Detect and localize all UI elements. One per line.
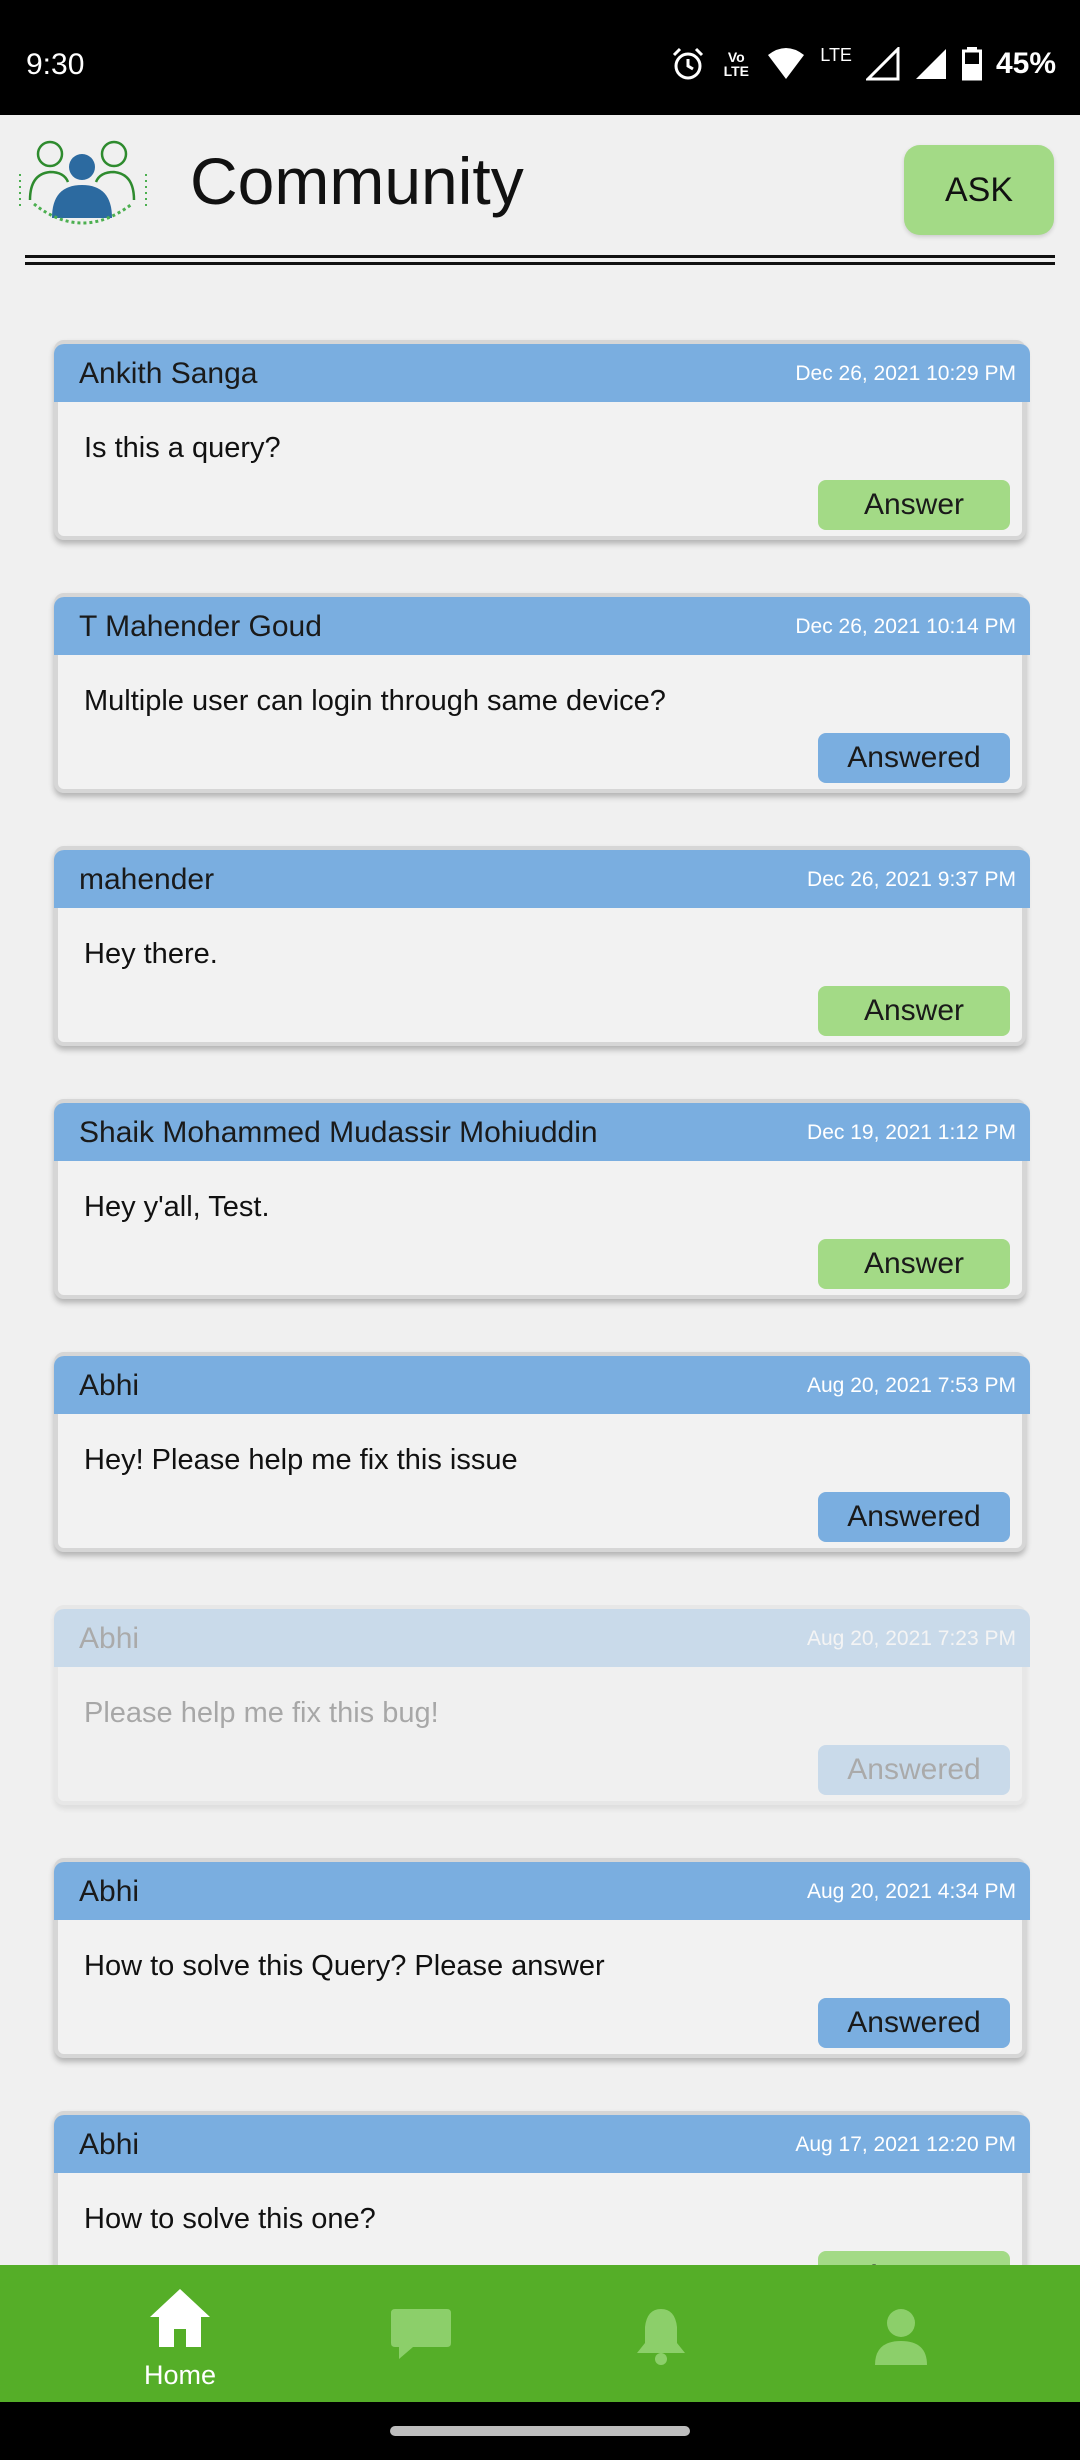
signal-icon bbox=[915, 49, 946, 79]
post-author: Abhi bbox=[79, 1622, 140, 1655]
signal-icon bbox=[865, 47, 900, 81]
post-author: T Mahender Goud bbox=[79, 610, 322, 643]
post-author: Shaik Mohammed Mudassir Mohiuddin bbox=[79, 1116, 598, 1149]
card-header: Abhi Aug 20, 2021 7:53 PM bbox=[54, 1356, 1030, 1414]
post-date: Dec 26, 2021 10:14 PM bbox=[795, 615, 1016, 638]
bottom-nav: Home bbox=[0, 2265, 1080, 2402]
question-card[interactable]: Abhi Aug 20, 2021 7:23 PM Please help me… bbox=[54, 1605, 1030, 1805]
bell-icon bbox=[637, 2309, 685, 2365]
question-card[interactable]: Abhi Aug 20, 2021 7:53 PM Hey! Please he… bbox=[54, 1352, 1030, 1552]
post-date: Dec 19, 2021 1:12 PM bbox=[807, 1121, 1016, 1144]
nav-home-label: Home bbox=[143, 2360, 217, 2390]
question-card[interactable]: Abhi Aug 17, 2021 12:20 PM How to solve … bbox=[54, 2111, 1030, 2265]
post-question: Hey! Please help me fix this issue bbox=[84, 1444, 518, 1476]
gesture-handle[interactable] bbox=[390, 2426, 690, 2436]
answered-button[interactable]: Answered bbox=[818, 1492, 1010, 1542]
answer-button[interactable]: Answer bbox=[818, 2251, 1010, 2265]
post-author: mahender bbox=[79, 863, 215, 896]
battery-percent: 45% bbox=[995, 47, 1056, 80]
card-header: Ankith Sanga Dec 26, 2021 10:29 PM bbox=[54, 344, 1030, 402]
lte-label: LTE bbox=[820, 44, 852, 65]
post-date: Aug 20, 2021 7:53 PM bbox=[807, 1374, 1016, 1397]
header: Community ASK bbox=[0, 115, 1080, 275]
community-logo-icon bbox=[19, 140, 147, 225]
home-icon bbox=[150, 2289, 210, 2347]
card-header: Abhi Aug 17, 2021 12:20 PM bbox=[54, 2115, 1030, 2173]
status-time: 9:30 bbox=[26, 48, 85, 81]
status-bar: 9:30 Vo LTE LTE 45% bbox=[0, 0, 1080, 115]
answer-button[interactable]: Answer bbox=[818, 1239, 1010, 1289]
answered-button[interactable]: Answered bbox=[818, 1745, 1010, 1795]
post-author: Abhi bbox=[79, 2128, 140, 2161]
post-question: How to solve this Query? Please answer bbox=[84, 1950, 605, 1982]
nav-profile[interactable] bbox=[801, 2265, 1001, 2402]
question-card[interactable]: mahender Dec 26, 2021 9:37 PM Hey there.… bbox=[54, 846, 1030, 1046]
question-card[interactable]: Ankith Sanga Dec 26, 2021 10:29 PM Is th… bbox=[54, 340, 1030, 540]
post-question: Hey y'all, Test. bbox=[84, 1191, 270, 1223]
status-icons: Vo LTE LTE 45% bbox=[670, 44, 1056, 84]
post-question: Is this a query? bbox=[84, 432, 281, 464]
post-question: How to solve this one? bbox=[84, 2203, 376, 2235]
header-divider bbox=[25, 255, 1055, 265]
card-header: mahender Dec 26, 2021 9:37 PM bbox=[54, 850, 1030, 908]
battery-icon bbox=[961, 47, 982, 81]
post-date: Aug 17, 2021 12:20 PM bbox=[795, 2133, 1016, 2156]
page-title: Community bbox=[190, 144, 524, 218]
card-header: Abhi Aug 20, 2021 4:34 PM bbox=[54, 1862, 1030, 1920]
post-date: Aug 20, 2021 4:34 PM bbox=[807, 1880, 1016, 1903]
post-author: Abhi bbox=[79, 1875, 140, 1908]
system-nav-bar bbox=[0, 2402, 1080, 2460]
card-header: T Mahender Goud Dec 26, 2021 10:14 PM bbox=[54, 597, 1030, 655]
nav-notifications[interactable] bbox=[561, 2265, 761, 2402]
wifi-icon bbox=[768, 48, 805, 79]
post-date: Dec 26, 2021 9:37 PM bbox=[807, 868, 1016, 891]
question-card[interactable]: Abhi Aug 20, 2021 4:34 PM How to solve t… bbox=[54, 1858, 1030, 2058]
post-question: Please help me fix this bug! bbox=[84, 1697, 439, 1729]
question-card[interactable]: Shaik Mohammed Mudassir Mohiuddin Dec 19… bbox=[54, 1099, 1030, 1299]
card-header: Abhi Aug 20, 2021 7:23 PM bbox=[54, 1609, 1030, 1667]
card-header: Shaik Mohammed Mudassir Mohiuddin Dec 19… bbox=[54, 1103, 1030, 1161]
chat-icon bbox=[391, 2309, 451, 2359]
profile-icon bbox=[875, 2309, 927, 2365]
post-question: Hey there. bbox=[84, 938, 218, 970]
post-author: Abhi bbox=[79, 1369, 140, 1402]
nav-home[interactable]: Home bbox=[80, 2265, 280, 2402]
ask-button[interactable]: ASK bbox=[904, 145, 1054, 235]
answered-button[interactable]: Answered bbox=[818, 733, 1010, 783]
question-card[interactable]: T Mahender Goud Dec 26, 2021 10:14 PM Mu… bbox=[54, 593, 1030, 793]
post-date: Aug 20, 2021 7:23 PM bbox=[807, 1627, 1016, 1650]
answer-button[interactable]: Answer bbox=[818, 480, 1010, 530]
post-question: Multiple user can login through same dev… bbox=[84, 685, 666, 717]
post-date: Dec 26, 2021 10:29 PM bbox=[795, 362, 1016, 385]
nav-chat[interactable] bbox=[321, 2265, 521, 2402]
volte-icon: Vo LTE bbox=[723, 49, 749, 79]
alarm-icon bbox=[673, 47, 704, 80]
answered-button[interactable]: Answered bbox=[818, 1998, 1010, 2048]
questions-feed[interactable]: Ankith Sanga Dec 26, 2021 10:29 PM Is th… bbox=[0, 320, 1080, 2265]
post-author: Ankith Sanga bbox=[79, 357, 258, 390]
answer-button[interactable]: Answer bbox=[818, 986, 1010, 1036]
